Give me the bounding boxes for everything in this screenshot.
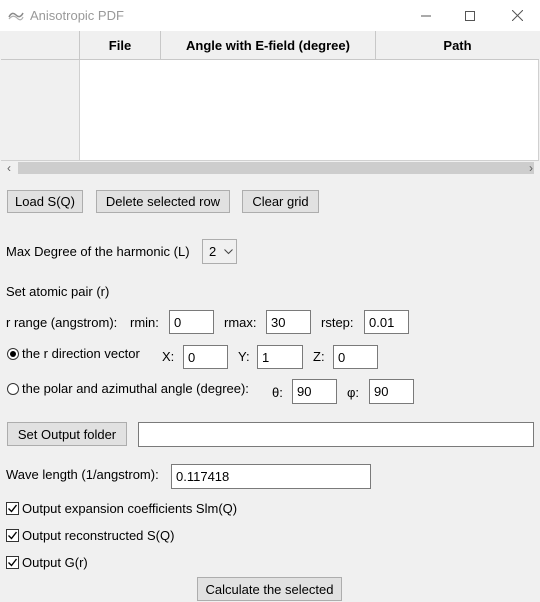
z-label: Z: xyxy=(313,349,325,364)
rmax-label: rmax: xyxy=(224,315,257,330)
check-icon xyxy=(8,531,18,540)
scroll-right-icon[interactable]: › xyxy=(523,161,539,175)
maximize-button[interactable] xyxy=(447,0,493,31)
rmin-input[interactable]: 0 xyxy=(169,310,214,334)
theta-input[interactable]: 90 xyxy=(292,379,337,404)
z-input[interactable]: 0 xyxy=(333,345,378,369)
grid-corner[interactable] xyxy=(1,31,80,60)
phi-label: φ: xyxy=(347,385,360,400)
scrollbar-thumb[interactable] xyxy=(18,162,534,174)
harmonic-label: Max Degree of the harmonic (L) xyxy=(6,244,190,259)
column-header-angle[interactable]: Angle with E-field (degree) xyxy=(161,31,376,60)
load-sq-button[interactable]: Load S(Q) xyxy=(7,190,83,213)
rstep-input[interactable]: 0.01 xyxy=(364,310,409,334)
maximize-icon xyxy=(465,10,475,21)
minimize-button[interactable] xyxy=(403,0,449,31)
clear-grid-button[interactable]: Clear grid xyxy=(242,190,319,213)
harmonic-degree-select[interactable]: 2 xyxy=(202,239,237,264)
output-gr-label: Output G(r) xyxy=(22,555,88,570)
close-button[interactable] xyxy=(494,0,540,31)
polar-angle-label: the polar and azimuthal angle (degree): xyxy=(22,381,249,396)
chevron-down-icon xyxy=(224,249,233,255)
output-gr-checkbox[interactable] xyxy=(6,556,19,569)
scroll-left-icon[interactable]: ‹ xyxy=(1,161,17,175)
window-title: Anisotropic PDF xyxy=(30,8,124,23)
minimize-icon xyxy=(421,15,431,16)
phi-input[interactable]: 90 xyxy=(369,379,414,404)
reconstructed-sq-checkbox[interactable] xyxy=(6,529,19,542)
polar-angle-radio[interactable] xyxy=(7,383,19,395)
r-range-label: r range (angstrom): xyxy=(6,315,118,330)
x-input[interactable]: 0 xyxy=(183,345,228,369)
check-icon xyxy=(8,558,18,567)
rmax-input[interactable]: 30 xyxy=(266,310,311,334)
close-icon xyxy=(511,10,523,21)
atomic-pair-heading: Set atomic pair (r) xyxy=(6,284,110,299)
column-header-file[interactable]: File xyxy=(80,31,161,60)
direction-vector-radio[interactable] xyxy=(7,348,19,360)
y-input[interactable]: 1 xyxy=(257,345,303,369)
wavelength-input[interactable]: 0.117418 xyxy=(171,464,371,489)
calculate-button[interactable]: Calculate the selected xyxy=(197,577,342,601)
slm-checkbox[interactable] xyxy=(6,502,19,515)
check-icon xyxy=(8,504,18,513)
column-header-path[interactable]: Path xyxy=(376,31,539,60)
rmin-label: rmin: xyxy=(130,315,159,330)
rstep-label: rstep: xyxy=(321,315,354,330)
direction-vector-label: the r direction vector xyxy=(22,346,140,361)
harmonic-value: 2 xyxy=(209,244,217,259)
wavelength-label: Wave length (1/angstrom): xyxy=(6,467,159,482)
output-folder-field[interactable] xyxy=(138,422,534,447)
delete-row-button[interactable]: Delete selected row xyxy=(96,190,230,213)
theta-label: θ: xyxy=(272,385,283,400)
slm-checkbox-label: Output expansion coefficients Slm(Q) xyxy=(22,501,238,516)
app-icon xyxy=(8,12,24,21)
x-label: X: xyxy=(162,349,175,364)
y-label: Y: xyxy=(238,349,250,364)
set-output-folder-button[interactable]: Set Output folder xyxy=(7,422,127,446)
reconstructed-sq-label: Output reconstructed S(Q) xyxy=(22,528,175,543)
